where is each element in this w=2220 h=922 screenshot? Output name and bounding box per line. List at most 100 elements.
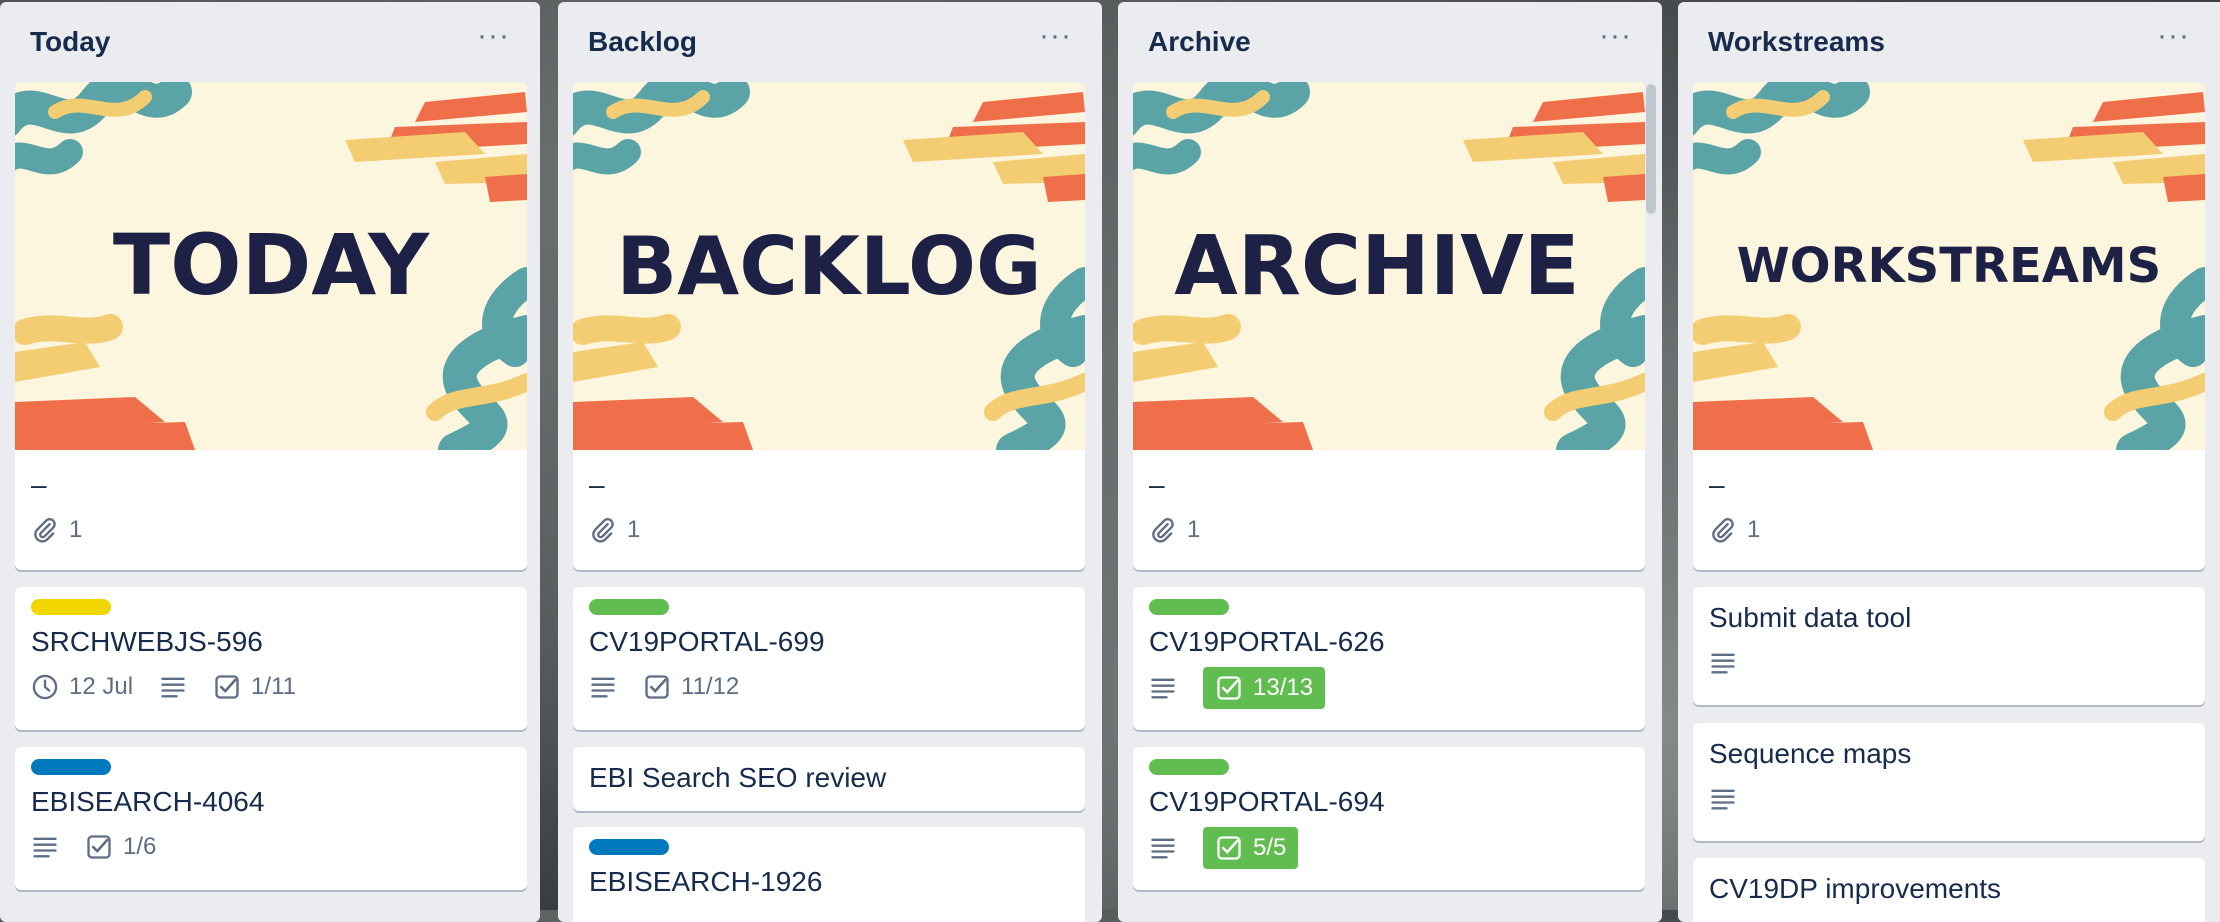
card-title: EBI Search SEO review (589, 762, 887, 793)
board: Today ··· TODAY – 1 SRCHWEBJS-596 12 Jul… (0, 0, 2220, 922)
description-badge (31, 833, 59, 861)
card-title: – (31, 469, 47, 500)
description-badge (1149, 834, 1177, 862)
checklist-count: 1/6 (123, 833, 157, 860)
checklist-badge: 1/6 (85, 833, 156, 861)
list-archive: Archive ··· ARCHIVE – 1 CV19PORTAL-626 1… (1118, 2, 1662, 922)
card-title: EBISEARCH-1926 (589, 866, 823, 897)
checkbox-icon (1217, 676, 1241, 700)
card-title: Sequence maps (1709, 738, 1912, 769)
checklist-count: 11/12 (681, 673, 740, 700)
list-menu-button[interactable]: ··· (1593, 17, 1638, 55)
description-icon (1711, 653, 1735, 674)
description-badge (159, 673, 187, 701)
paperclip-icon (34, 518, 56, 543)
attachments-count: 1 (1187, 516, 1201, 543)
checkbox-icon (645, 675, 669, 699)
cover-card[interactable]: TODAY – 1 (15, 82, 527, 570)
description-icon (33, 837, 57, 858)
list-title[interactable]: Workstreams (1708, 26, 1885, 58)
clock-icon (32, 674, 58, 700)
cover-card[interactable]: WORKSTREAMS – 1 (1693, 82, 2205, 570)
list-workstreams: Workstreams ··· WORKSTREAMS – 1 Submit d (1678, 2, 2220, 922)
checklist-badge: 1/11 (213, 673, 296, 701)
card[interactable]: Submit data tool (1693, 587, 2205, 705)
label-yellow[interactable] (31, 599, 111, 615)
cover-image: BACKLOG (573, 82, 1085, 450)
label-green[interactable] (1149, 599, 1229, 615)
card-title: CV19PORTAL-694 (1149, 786, 1385, 817)
checkbox-icon (215, 675, 239, 699)
cover-card[interactable]: ARCHIVE – 1 (1133, 82, 1645, 570)
card[interactable]: EBISEARCH-1926 (573, 827, 1085, 922)
card[interactable]: CV19PORTAL-694 5/5 (1133, 747, 1645, 890)
cover-image: ARCHIVE (1133, 82, 1645, 450)
label-green[interactable] (1149, 759, 1229, 775)
list-header: Today ··· (0, 2, 540, 82)
description-badge (1149, 674, 1177, 702)
card-title: SRCHWEBJS-596 (31, 626, 263, 657)
attachments-badge: 1 (589, 516, 640, 544)
description-icon (1151, 678, 1175, 699)
cover-text: WORKSTREAMS (1737, 238, 2161, 294)
card-title: – (1709, 469, 1725, 500)
description-badge (1709, 785, 1737, 813)
checklist-count: 1/11 (251, 673, 296, 700)
attachments-badge: 1 (1149, 516, 1200, 544)
list-header: Backlog ··· (558, 2, 1102, 82)
scrollbar[interactable] (1646, 84, 1656, 214)
attachments-count: 1 (1747, 516, 1761, 543)
checkbox-icon (87, 835, 111, 859)
description-badge (589, 673, 617, 701)
attachments-badge: 1 (1709, 516, 1760, 544)
list-menu-button[interactable]: ··· (1033, 17, 1078, 55)
attachments-count: 1 (69, 516, 83, 543)
paperclip-icon (592, 518, 614, 543)
cover-text: ARCHIVE (1174, 219, 1579, 314)
label-green[interactable] (589, 599, 669, 615)
list-today: Today ··· TODAY – 1 SRCHWEBJS-596 12 Jul… (0, 2, 540, 922)
card[interactable]: EBISEARCH-4064 1/6 (15, 747, 527, 890)
paperclip-icon (1712, 518, 1734, 543)
card[interactable]: SRCHWEBJS-596 12 Jul 1/11 (15, 587, 527, 730)
label-blue[interactable] (31, 759, 111, 775)
paperclip-icon (1152, 518, 1174, 543)
list-backlog: Backlog ··· BACKLOG – 1 CV19PORTAL-699 1… (558, 2, 1102, 922)
due-date: 12 Jul (69, 673, 134, 700)
description-icon (1711, 789, 1735, 810)
cover-image: WORKSTREAMS (1693, 82, 2205, 450)
attachments-badge: 1 (31, 516, 82, 544)
card[interactable]: CV19DP improvements (1693, 858, 2205, 922)
list-title[interactable]: Archive (1148, 26, 1251, 58)
card[interactable]: CV19PORTAL-699 11/12 (573, 587, 1085, 730)
description-icon (1151, 838, 1175, 859)
cover-card[interactable]: BACKLOG – 1 (573, 82, 1085, 570)
list-title[interactable]: Today (30, 26, 110, 58)
description-icon (161, 677, 185, 698)
attachments-count: 1 (627, 516, 641, 543)
cover-text: TODAY (113, 216, 430, 314)
card-title: – (1149, 469, 1165, 500)
card[interactable]: EBI Search SEO review (573, 747, 1085, 811)
list-title[interactable]: Backlog (588, 26, 697, 58)
card[interactable]: CV19PORTAL-626 13/13 (1133, 587, 1645, 730)
checklist-badge: 13/13 (1203, 667, 1326, 709)
checkbox-icon (1217, 836, 1241, 860)
list-menu-button[interactable]: ··· (471, 17, 516, 55)
list-menu-button[interactable]: ··· (2151, 17, 2196, 55)
checklist-badge: 5/5 (1203, 827, 1299, 869)
cover-image: TODAY (15, 82, 527, 450)
description-badge (1709, 649, 1737, 677)
checklist-count: 13/13 (1253, 674, 1314, 701)
due-date-badge[interactable]: 12 Jul (31, 673, 133, 701)
checklist-count: 5/5 (1253, 834, 1287, 861)
card-title: EBISEARCH-4064 (31, 786, 265, 817)
card-title: Submit data tool (1709, 602, 1912, 633)
card-title: CV19PORTAL-626 (1149, 626, 1385, 657)
list-header: Archive ··· (1118, 2, 1662, 82)
card-title: – (589, 469, 605, 500)
card[interactable]: Sequence maps (1693, 723, 2205, 841)
checklist-badge: 11/12 (643, 673, 739, 701)
list-header: Workstreams ··· (1678, 2, 2220, 82)
label-blue[interactable] (589, 839, 669, 855)
